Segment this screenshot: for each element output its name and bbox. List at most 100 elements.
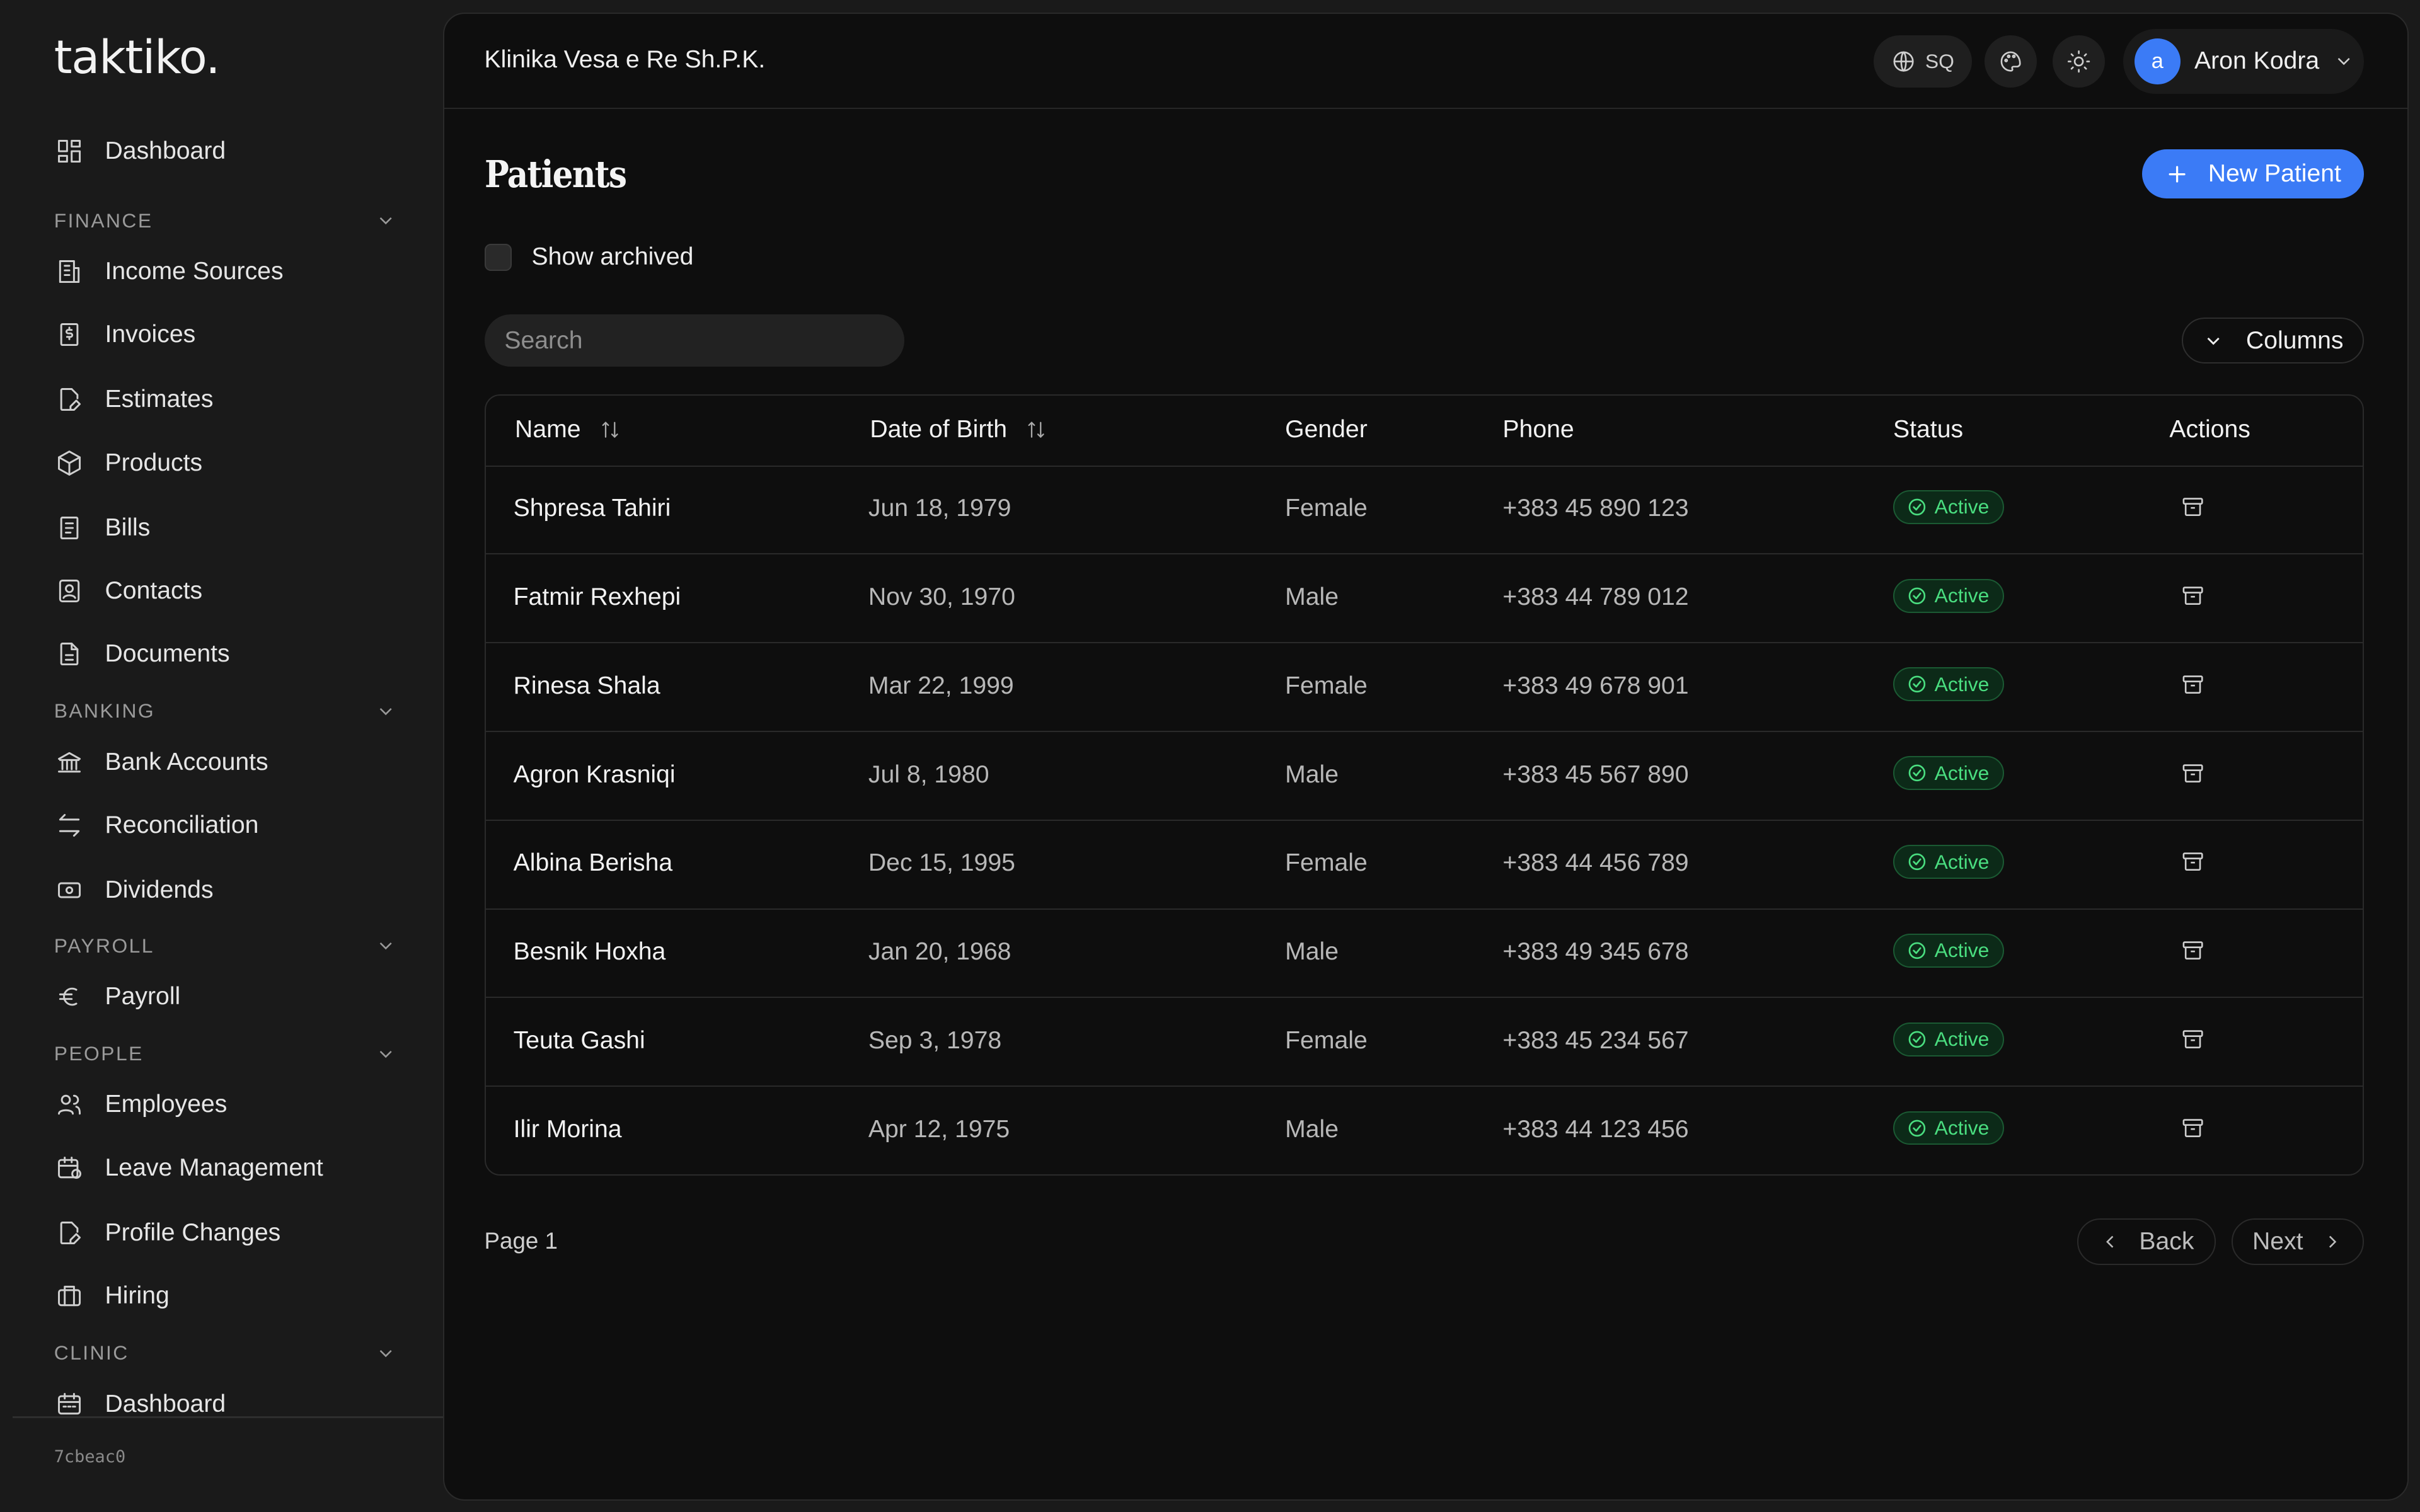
patient-name[interactable]: Agron Krasniqi — [514, 761, 676, 789]
archive-button[interactable] — [2181, 849, 2205, 874]
archive-button[interactable] — [2181, 672, 2205, 697]
section-payroll[interactable]: PAYROLL — [54, 931, 397, 961]
back-button[interactable]: Back — [2077, 1218, 2216, 1265]
patient-gender: Male — [1285, 938, 1339, 966]
archive-icon — [2182, 1030, 2203, 1049]
language-button[interactable]: SQ — [1873, 35, 1973, 88]
patient-name[interactable]: Fatmir Rexhepi — [514, 583, 681, 611]
user-menu-button[interactable]: a Aron Kodra — [2123, 29, 2365, 94]
next-label: Next — [2252, 1227, 2303, 1255]
briefcase-icon — [58, 1285, 81, 1307]
sidebar-item-documents[interactable]: Documents — [55, 631, 230, 677]
column-header-dob[interactable]: Date of Birth — [870, 416, 1047, 444]
sidebar-item-invoices[interactable]: Invoices — [55, 312, 195, 358]
archive-button[interactable] — [2181, 1116, 2205, 1140]
section-title: PEOPLE — [54, 1042, 144, 1065]
column-header-label: Date of Birth — [870, 416, 1008, 444]
patient-name[interactable]: Shpresa Tahiri — [514, 495, 671, 522]
euro-icon — [59, 987, 78, 1006]
section-banking[interactable]: BANKING — [54, 696, 397, 726]
table-row[interactable]: Teuta Gashi Sep 3, 1978 Female +383 45 234 … — [485, 998, 2363, 1087]
sidebar-item-bank-accounts[interactable]: Bank Accounts — [55, 739, 268, 785]
sidebar-item-label: Contacts — [105, 576, 203, 604]
patients-table: Name Date of Birth Gender Phone Status A… — [484, 394, 2365, 1176]
archive-button[interactable] — [2181, 495, 2205, 519]
sidebar-divider — [12, 1416, 443, 1418]
sidebar-item-hiring[interactable]: Hiring — [55, 1273, 170, 1319]
status-label: Active — [1934, 672, 1990, 696]
calendar-clock-icon — [58, 1156, 82, 1179]
sidebar-item-contacts[interactable]: Contacts — [55, 568, 202, 614]
table-row[interactable]: Fatmir Rexhepi Nov 30, 1970 Male +383 44 78… — [485, 554, 2363, 644]
sort-icon[interactable] — [1025, 419, 1047, 440]
table-row[interactable]: Shpresa Tahiri Jun 18, 1979 Female +383 45 … — [485, 466, 2363, 555]
file-edit-icon — [60, 388, 81, 411]
chevron-right-icon — [2329, 1235, 2337, 1248]
banknote-icon — [58, 882, 81, 898]
sidebar-item-dashboard[interactable]: Dashboard — [55, 128, 226, 174]
archive-button[interactable] — [2181, 761, 2205, 786]
patient-name[interactable]: Ilir Morina — [514, 1116, 622, 1143]
sidebar-item-estimates[interactable]: Estimates — [55, 377, 214, 423]
table-row[interactable]: Besnik Hoxha Jan 20, 1968 Male +383 49 345 … — [485, 909, 2363, 999]
archive-icon — [2182, 764, 2203, 782]
new-patient-label: New Patient — [2208, 160, 2341, 188]
table-row[interactable]: Albina Berisha Dec 15, 1995 Female +383 44 … — [485, 820, 2363, 910]
sidebar-item-label: Income Sources — [105, 258, 284, 285]
chevron-left-icon — [2106, 1235, 2114, 1248]
show-archived-label: Show archived — [531, 243, 694, 271]
status-badge: Active — [1893, 667, 2005, 702]
section-finance[interactable]: FINANCE — [54, 205, 397, 236]
archive-button[interactable] — [2181, 583, 2205, 608]
sidebar-item-income-sources[interactable]: Income Sources — [55, 248, 284, 294]
new-patient-button[interactable]: New Patient — [2141, 149, 2365, 199]
sort-icon[interactable] — [599, 419, 621, 440]
section-people[interactable]: PEOPLE — [54, 1038, 397, 1069]
show-archived-checkbox[interactable] — [484, 243, 512, 272]
theme-toggle-button[interactable] — [2052, 35, 2105, 88]
patient-name[interactable]: Teuta Gashi — [514, 1027, 645, 1055]
sidebar-item-leave-management[interactable]: Leave Management — [55, 1145, 323, 1191]
table-row[interactable]: Agron Krasniqi Jul 8, 1980 Male +383 45 567… — [485, 731, 2363, 821]
status-badge: Active — [1893, 933, 2005, 968]
patient-dob: Dec 15, 1995 — [868, 849, 1015, 877]
patient-dob: Jan 20, 1968 — [868, 938, 1011, 966]
palette-button[interactable] — [1984, 35, 2037, 88]
archive-button[interactable] — [2181, 938, 2205, 963]
check-circle-icon — [1908, 764, 1925, 782]
sidebar: taktiko. Dashboard FINANCE Income Source… — [0, 0, 443, 1512]
sidebar-item-bills[interactable]: Bills — [55, 505, 150, 551]
next-button[interactable]: Next — [2231, 1218, 2365, 1265]
patient-name[interactable]: Rinesa Shala — [514, 672, 660, 700]
patient-gender: Male — [1285, 583, 1339, 610]
patient-phone: +383 44 123 456 — [1502, 1115, 1689, 1143]
package-icon — [58, 450, 81, 476]
sidebar-item-payroll[interactable]: Payroll — [55, 973, 180, 1019]
column-header-name[interactable]: Name — [515, 416, 621, 444]
search-input[interactable] — [484, 314, 904, 367]
contact-card-icon — [59, 579, 80, 602]
patient-name[interactable]: Albina Berisha — [514, 849, 673, 877]
section-title: FINANCE — [54, 209, 153, 232]
section-clinic[interactable]: CLINIC — [54, 1337, 397, 1368]
table-row[interactable]: Rinesa Shala Mar 22, 1999 Female +383 49 67… — [485, 643, 2363, 732]
sidebar-item-dividends[interactable]: Dividends — [55, 867, 214, 913]
sidebar-item-products[interactable]: Products — [55, 440, 202, 486]
page-title: Patients — [484, 152, 627, 196]
sidebar-item-employees[interactable]: Employees — [55, 1082, 227, 1128]
sidebar-item-clinic-dashboard[interactable]: Dashboard — [55, 1381, 226, 1427]
status-label: Active — [1934, 761, 1990, 784]
patient-gender: Male — [1285, 760, 1339, 788]
table-row[interactable]: Ilir Morina Apr 12, 1975 Male +383 44 123 4… — [486, 1086, 2363, 1174]
grid-icon — [58, 139, 81, 163]
show-archived-toggle[interactable]: Show archived — [484, 243, 694, 272]
column-header-phone: Phone — [1502, 416, 1574, 444]
patient-name[interactable]: Besnik Hoxha — [514, 938, 666, 966]
sidebar-item-reconciliation[interactable]: Reconciliation — [55, 802, 258, 848]
patient-phone: +383 49 678 901 — [1502, 672, 1689, 699]
archive-button[interactable] — [2181, 1027, 2205, 1051]
file-edit-icon — [60, 1221, 81, 1244]
columns-button[interactable]: Columns — [2182, 318, 2365, 364]
sidebar-item-label: Dashboard — [105, 137, 226, 164]
sidebar-item-profile-changes[interactable]: Profile Changes — [55, 1210, 280, 1256]
